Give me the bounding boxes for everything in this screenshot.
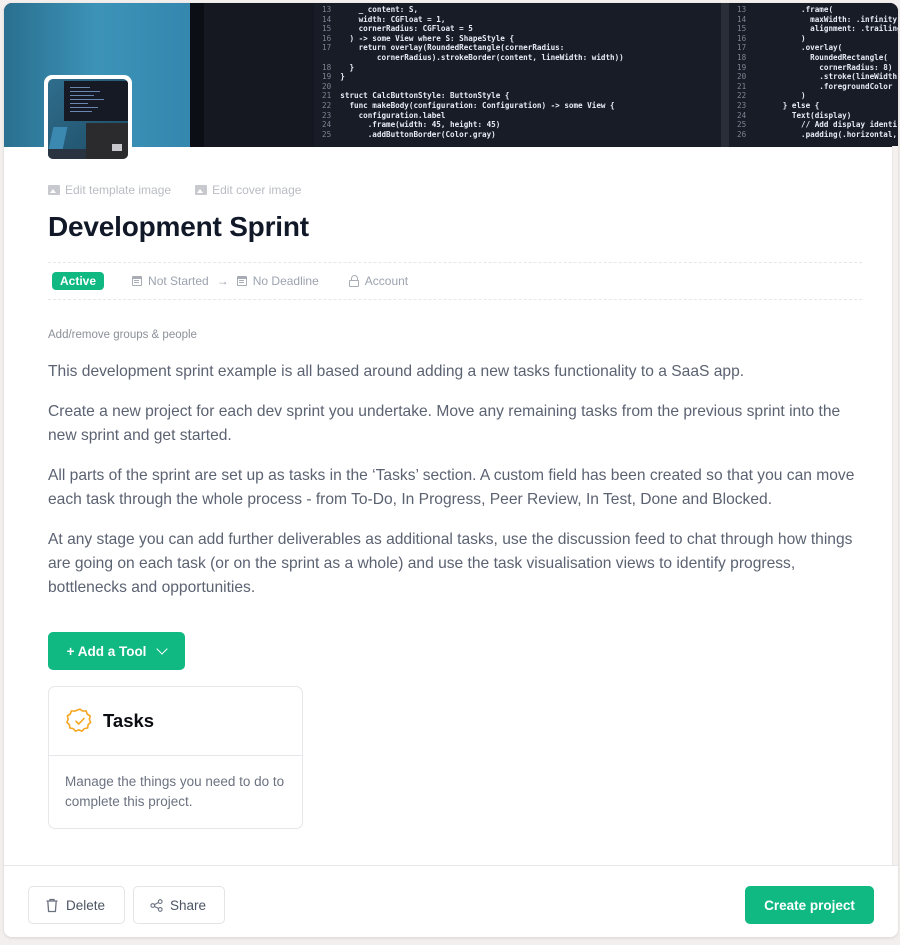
image-icon [195,185,208,195]
cover-code-line: 22 ) [737,91,806,101]
cover-code-line: 14 width: CGFloat = 1, [322,14,446,24]
tool-card-title: Tasks [103,710,155,731]
cover-code-line: 25 // Add display identi [737,120,898,130]
modal-footer: Delete Share Create project [4,865,898,937]
cover-code-line: 21 .foregroundColor [737,81,893,91]
add-tool-button[interactable]: + Add a Tool [48,632,185,670]
cover-code-right: 13 .frame(14 maxWidth: .infinity, 15 alig… [729,3,898,147]
cover-code-line: 21 struct CalcButtonStyle: ButtonStyle { [322,91,510,101]
description-paragraph: All parts of the sprint are set up as ta… [48,467,855,508]
template-thumbnail [44,75,132,161]
cover-code-line: 22 func makeBody(configuration: Configur… [322,100,615,110]
cover-code-line: 24 .frame(width: 45, height: 45) [322,120,501,130]
calendar-icon [132,276,143,286]
cover-code-line: 19 cornerRadius: 8) [737,62,893,72]
cover-code-line: cornerRadius).strokeBorder(content, line… [340,52,624,62]
chevron-down-icon [156,643,169,655]
cover-code-line: 14 maxWidth: .infinity, [737,14,898,24]
image-icon [48,185,60,195]
share-icon [150,898,163,912]
edit-template-image-link[interactable]: Edit template image [48,183,171,197]
access-setting[interactable]: Account [348,274,408,288]
cover-code-left: 13 _ content: S, 14 width: CGFloat = 1, 15… [314,3,734,147]
trash-icon [46,898,58,912]
description-paragraph: At any stage you can add further deliver… [48,531,853,596]
cover-code-line: 15 alignment: .trailing [737,24,898,34]
cover-code-line: 17 .overlay( [737,43,843,53]
tool-card-tasks[interactable]: Tasks Manage the things you need to do t… [48,686,303,829]
calendar-icon [236,276,247,286]
cover-code-line: 23 } else { [737,100,820,110]
cover-code-line: 19 } [322,72,345,82]
share-button[interactable]: Share [133,886,225,924]
badge-check-icon [66,708,92,732]
description-paragraph: This development sprint example is all b… [48,363,745,380]
cover-code-line: 18 RoundedRectangle( [737,52,888,62]
cover-code-line: 17 return overlay(RoundedRectangle(corne… [322,43,565,53]
create-project-button[interactable]: Create project [745,886,874,924]
cover-code-line: 13 _ content: S, [322,5,419,14]
project-meta-row: Active Not Started → No Deadline Account [48,262,862,300]
cover-code-line: 18 } [322,62,355,72]
cover-code-line: 20 .stroke(lineWidth [737,72,898,82]
tool-card-description: Manage the things you need to do to comp… [65,774,285,809]
project-description: This development sprint example is all b… [48,360,860,616]
modal-scroll-area: 13 _ content: S, 14 width: CGFloat = 1, 15… [4,3,898,865]
start-date[interactable]: Not Started [132,274,209,288]
cover-code-line: 25 .addButtonBorder(Color.gray) [322,129,496,139]
deadline-date[interactable]: No Deadline [236,274,319,288]
arrow-right-icon: → [216,274,229,288]
edit-cover-image-link[interactable]: Edit cover image [195,183,301,197]
lock-icon [348,274,359,287]
cover-code-line: 26 .padding(.horizontal, [737,129,898,139]
status-badge[interactable]: Active [52,272,105,290]
add-remove-groups-link[interactable]: Add/remove groups & people [48,329,197,341]
scrollbar[interactable] [892,146,898,866]
cover-code-line: 23 configuration.label [322,110,446,120]
page-title: Development Sprint [48,211,309,242]
cover-code-line: 24 Text(display) [737,110,852,120]
image-edit-links: Edit template image Edit cover image [48,183,301,197]
description-paragraph: Create a new project for each dev sprint… [48,403,841,444]
cover-code-line: 16 ) -> some View where S: ShapeStyle { [322,33,515,43]
delete-button[interactable]: Delete [28,886,125,924]
project-template-modal: 13 _ content: S, 14 width: CGFloat = 1, 15… [4,3,898,937]
cover-code-line: 15 cornerRadius: CGFloat = 5 [322,24,473,34]
cover-image: 13 _ content: S, 14 width: CGFloat = 1, 15… [4,3,898,147]
cover-code-line: 20 [322,81,341,91]
cover-code-line: 16 ) [737,33,806,43]
cover-code-line: 13 .frame( [737,5,834,14]
